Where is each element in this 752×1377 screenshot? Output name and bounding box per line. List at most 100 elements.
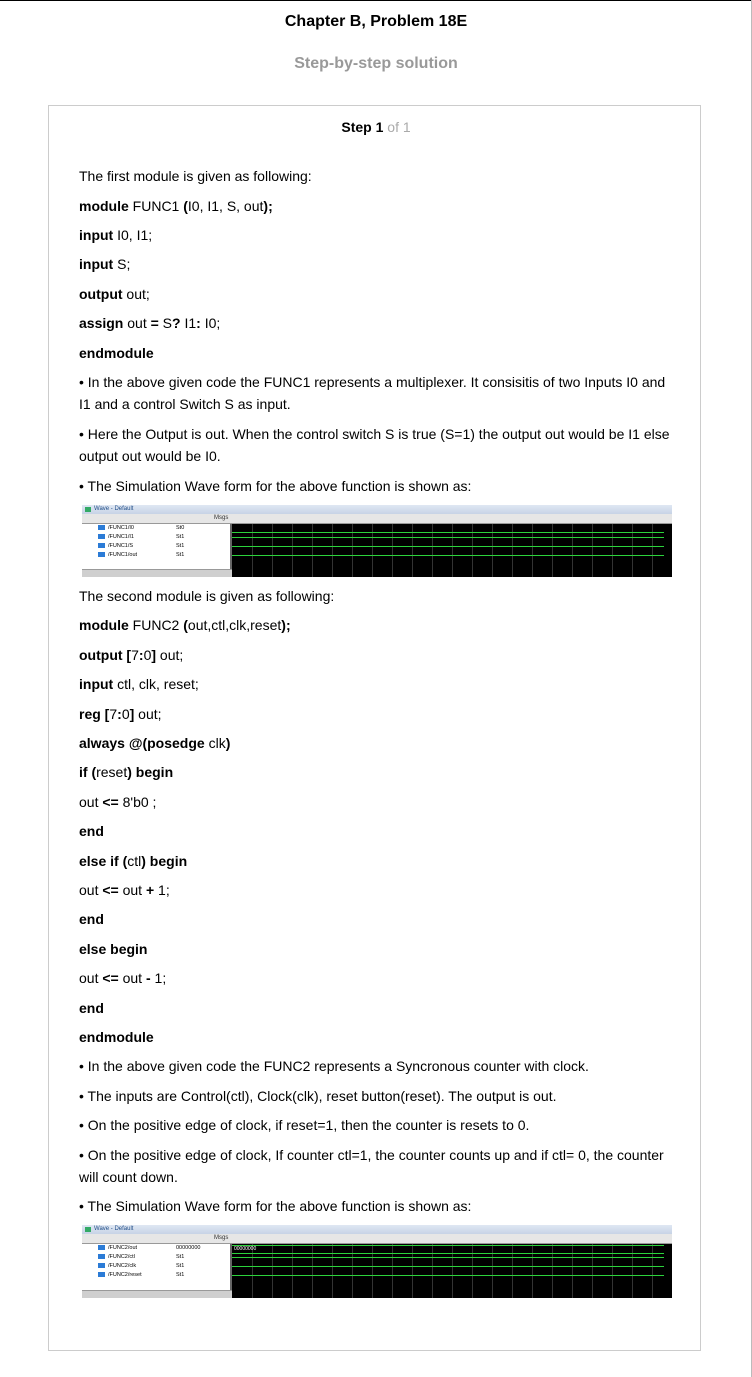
bullet-text: • The inputs are Control(ctl), Clock(clk… [79, 1088, 557, 1104]
signal-icon [98, 543, 105, 549]
code-text: reset [96, 764, 128, 780]
kw: ? [172, 315, 181, 331]
signal-trace [232, 1266, 664, 1267]
code-text: S; [113, 256, 131, 272]
kw: ) begin [127, 764, 174, 780]
code-text: out [118, 882, 146, 898]
wave-toolbar: Msgs [82, 1234, 672, 1244]
signal-icon [98, 552, 105, 558]
signal-value: St0 [176, 525, 185, 531]
signal-row: /FUNC1/out [82, 551, 137, 560]
code-line: input ctl, clk, reset; [79, 673, 674, 695]
code-text: out; [156, 647, 184, 663]
step-label: Step 1 [341, 119, 383, 135]
waveform-image-2: Wave - Default Msgs /FUNC2/out /FUNC2/ct… [82, 1225, 672, 1298]
wave-window-icon [85, 507, 91, 512]
signal-name: /FUNC2/reset [108, 1272, 142, 1278]
signal-icon [98, 1245, 105, 1251]
wave-plot-area [232, 524, 672, 577]
signal-icon [98, 534, 105, 540]
code-line: output out; [79, 283, 674, 305]
kw: ); [263, 198, 273, 214]
code-line: end [79, 908, 674, 930]
wave-msgs-header: Msgs [214, 1235, 229, 1241]
signal-value: St1 [176, 552, 185, 558]
step-word: Step [341, 119, 372, 135]
code-line: assign out = S? I1: I0; [79, 312, 674, 334]
signal-trace [232, 1257, 664, 1258]
signal-name: /FUNC1/I1 [108, 534, 134, 540]
signal-row: /FUNC2/ctl [82, 1253, 135, 1262]
kw: = [150, 315, 159, 331]
kw: <= [102, 970, 119, 986]
code-text: out [79, 794, 103, 810]
wave-footer [82, 1290, 232, 1298]
kw: module [79, 198, 129, 214]
signal-trace [232, 532, 664, 533]
waveform-image-1: Wave - Default Msgs /FUNC1/I0 /FUNC1/I1 … [82, 505, 672, 577]
code-text: 7 [109, 706, 118, 722]
code-text: out [79, 970, 103, 986]
signal-row: /FUNC1/I1 [82, 533, 134, 542]
signal-trace [232, 546, 664, 547]
kw: else if ( [79, 853, 128, 869]
wave-footer [82, 569, 232, 577]
code-text: ctl [127, 853, 142, 869]
kw: endmodule [79, 1029, 154, 1045]
code-text: 0 [121, 706, 130, 722]
kw: end [79, 1000, 104, 1016]
code-text: S [158, 315, 173, 331]
intro-module-1: The first module is given as following: [79, 168, 312, 184]
code-line: endmodule [79, 342, 674, 364]
code-text: 7 [131, 647, 139, 663]
kw: ); [281, 617, 291, 633]
code-text: out; [122, 286, 150, 302]
signal-value: 00000000 [176, 1245, 201, 1251]
bullet-text: • Here the Output is out. When the contr… [79, 426, 670, 464]
kw: reg [ [79, 706, 110, 722]
bullet-text: • The Simulation Wave form for the above… [79, 478, 472, 494]
kw: end [79, 823, 104, 839]
code-line: endmodule [79, 1026, 674, 1048]
code-line: output [7:0] out; [79, 644, 674, 666]
code-line: out <= 8'b0 ; [79, 791, 674, 813]
kw: endmodule [79, 345, 154, 361]
code-text: 1; [150, 970, 167, 986]
signal-icon [98, 1254, 105, 1260]
page-subtitle: Step-by-step solution [294, 55, 458, 72]
code-line: end [79, 820, 674, 842]
bullet-text: • On the positive edge of clock, if rese… [79, 1117, 530, 1133]
signal-icon [98, 525, 105, 531]
top-border [0, 0, 752, 1]
code-text: out,ctl,clk,reset [187, 617, 282, 633]
bullet-text: • On the positive edge of clock, If coun… [79, 1147, 664, 1185]
code-text: out [118, 970, 146, 986]
signal-name: /FUNC1/S [108, 543, 134, 549]
kw: <= [102, 882, 119, 898]
bullet-text: • In the above given code the FUNC2 repr… [79, 1058, 589, 1074]
code-line: always @(posedge clk) [79, 732, 674, 754]
kw: ) begin [141, 853, 188, 869]
code-text: I0; [200, 315, 221, 331]
kw: always @(posedge [79, 735, 205, 751]
kw: assign [79, 315, 124, 331]
signal-value: St1 [176, 1263, 185, 1269]
code-line: module FUNC2 (out,ctl,clk,reset); [79, 614, 674, 636]
step-of: of 1 [387, 119, 411, 135]
signal-icon [98, 1263, 105, 1269]
kw: + [145, 882, 155, 898]
bullet-text: • In the above given code the FUNC1 repr… [79, 374, 666, 412]
signal-value: St1 [176, 543, 185, 549]
kw: if ( [79, 764, 97, 780]
code-text: I1 [180, 315, 197, 331]
signal-trace [232, 1275, 664, 1276]
bullet-text: • The Simulation Wave form for the above… [79, 1198, 472, 1214]
code-text: 8'b0 ; [118, 794, 157, 810]
signal-value: St1 [176, 534, 185, 540]
code-line: if (reset) begin [79, 761, 674, 783]
signal-name: /FUNC1/I0 [108, 525, 134, 531]
bus-trace: 00000000 [232, 1245, 664, 1254]
kw: output [79, 286, 123, 302]
code-text: I0, I1; [113, 227, 153, 243]
code-line: end [79, 997, 674, 1019]
